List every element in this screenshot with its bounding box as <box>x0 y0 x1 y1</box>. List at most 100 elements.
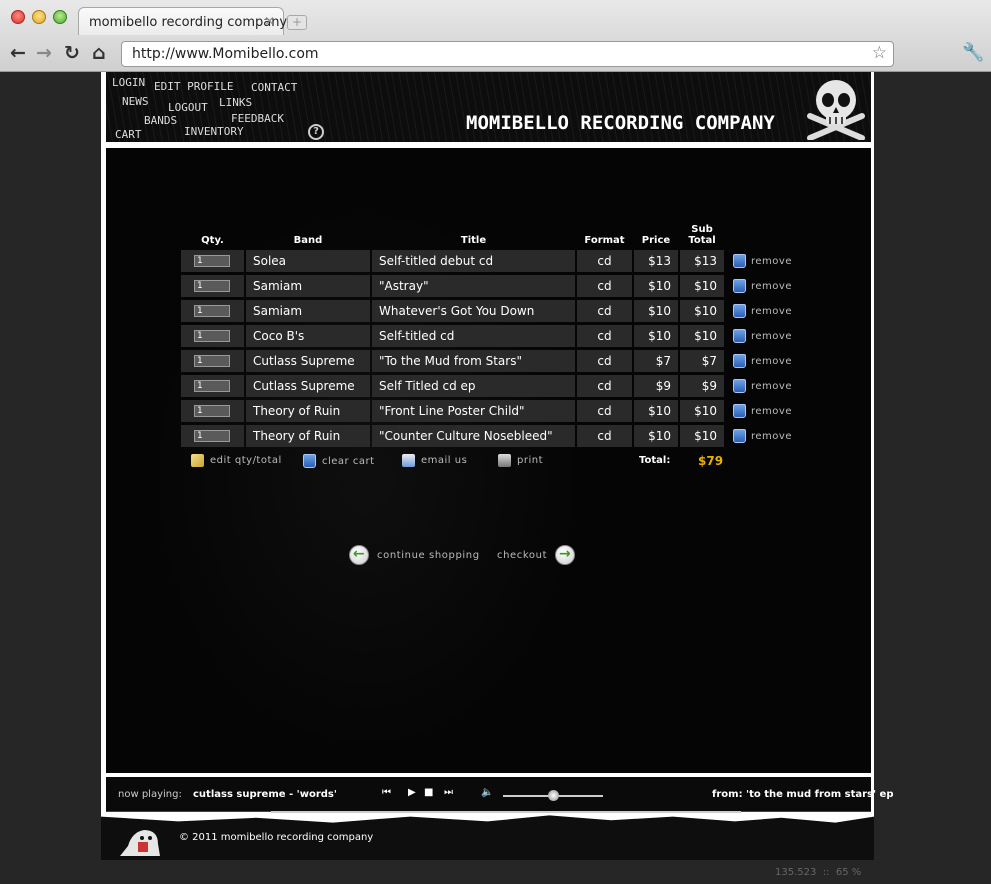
checkout-label: checkout <box>497 549 548 561</box>
band-cell: Theory of Ruin <box>246 400 370 422</box>
nav-contact[interactable]: CONTACT <box>251 81 297 94</box>
remove-button[interactable]: remove <box>733 404 792 418</box>
ghost-mascot-icon <box>120 830 160 856</box>
qty-input[interactable]: 1 <box>194 380 230 392</box>
remove-button[interactable]: remove <box>733 329 792 343</box>
home-icon[interactable]: ⌂ <box>92 42 106 64</box>
play-icon[interactable]: ▶ <box>408 787 416 798</box>
cart-row: 1 Theory of Ruin "Counter Culture Noseblee… <box>181 425 799 447</box>
trash-icon <box>303 454 316 468</box>
forward-arrow-icon[interactable]: → <box>36 42 52 64</box>
nav-cart[interactable]: CART <box>115 128 142 141</box>
qty-input[interactable]: 1 <box>194 330 230 342</box>
price-cell: $9 <box>634 375 678 397</box>
header-subtotal-line1: Sub <box>691 224 713 235</box>
remove-label: remove <box>751 305 792 317</box>
remove-button[interactable]: remove <box>733 279 792 293</box>
remove-button[interactable]: remove <box>733 354 792 368</box>
band-cell: Theory of Ruin <box>246 425 370 447</box>
format-cell: cd <box>577 300 632 322</box>
remove-label: remove <box>751 330 792 342</box>
wrench-icon[interactable]: 🔧 <box>962 42 984 63</box>
qty-cell: 1 <box>181 275 244 297</box>
title-cell: Self-titled cd <box>372 325 575 347</box>
qty-input[interactable]: 1 <box>194 280 230 292</box>
remove-label: remove <box>751 280 792 292</box>
back-arrow-icon[interactable]: ← <box>10 42 26 64</box>
subtotal-cell: $10 <box>680 425 724 447</box>
clear-cart-label: clear cart <box>322 455 375 467</box>
qty-input[interactable]: 1 <box>194 405 230 417</box>
nav-logout[interactable]: LOGOUT <box>168 101 208 114</box>
volume-slider-knob[interactable] <box>548 790 559 801</box>
title-cell: "To the Mud from Stars" <box>372 350 575 372</box>
band-cell: Samiam <box>246 300 370 322</box>
continue-shopping-button[interactable]: ← continue shopping <box>349 545 480 565</box>
nav-links[interactable]: LINKS <box>219 96 252 109</box>
email-us-label: email us <box>421 455 468 466</box>
browser-tab[interactable]: momibello recording company × <box>78 7 287 35</box>
nav-bands[interactable]: BANDS <box>144 114 177 127</box>
status-separator: :: <box>822 867 830 878</box>
remove-label: remove <box>751 355 792 367</box>
qty-input[interactable]: 1 <box>194 430 230 442</box>
header-price: Price <box>641 235 671 246</box>
edit-qty-button[interactable]: edit qty/total <box>191 454 282 467</box>
email-us-button[interactable]: email us <box>402 454 467 467</box>
minimize-window-button[interactable] <box>32 10 46 24</box>
subtotal-cell: $10 <box>680 275 724 297</box>
remove-label: remove <box>751 405 792 417</box>
subtotal-cell: $13 <box>680 250 724 272</box>
now-playing-label: now playing: <box>118 789 182 800</box>
remove-cell: remove <box>726 425 799 447</box>
qty-cell: 1 <box>181 300 244 322</box>
price-cell: $7 <box>634 350 678 372</box>
bookmark-star-icon[interactable]: ☆ <box>872 43 887 63</box>
trash-icon <box>733 329 746 343</box>
clear-cart-button[interactable]: clear cart <box>303 454 375 468</box>
now-playing-track: cutlass supreme - 'words' <box>193 789 337 800</box>
nav-inventory[interactable]: INVENTORY <box>184 125 244 138</box>
remove-button[interactable]: remove <box>733 254 792 268</box>
trash-icon <box>733 279 746 293</box>
checkout-button[interactable]: checkout → <box>497 545 576 565</box>
url-bar[interactable]: http://www.Momibello.com ☆ <box>121 41 894 67</box>
volume-icon[interactable]: 🔈 <box>481 787 493 798</box>
qty-input[interactable]: 1 <box>194 305 230 317</box>
close-window-button[interactable] <box>11 10 25 24</box>
site-header: LOGIN EDIT PROFILE CONTACT NEWS LOGOUT L… <box>106 72 871 145</box>
print-button[interactable]: print <box>498 454 543 467</box>
stop-icon[interactable]: ■ <box>424 787 433 798</box>
nav-edit-profile[interactable]: EDIT PROFILE <box>154 80 233 93</box>
previous-track-icon[interactable]: ⏮ <box>382 787 391 798</box>
title-cell: Self Titled cd ep <box>372 375 575 397</box>
qty-input[interactable]: 1 <box>194 355 230 367</box>
tab-close-icon[interactable]: × <box>264 14 275 29</box>
cart-header-row: Qty. Band Title Format Price Sub Total <box>181 224 799 247</box>
nav-feedback[interactable]: FEEDBACK <box>231 112 284 125</box>
help-icon[interactable]: ? <box>308 124 324 140</box>
subtotal-cell: $7 <box>680 350 724 372</box>
next-track-icon[interactable]: ⏭ <box>444 787 453 798</box>
remove-cell: remove <box>726 300 799 322</box>
remove-button[interactable]: remove <box>733 304 792 318</box>
browser-chrome: momibello recording company × + ← → ↻ ⌂ … <box>0 0 991 72</box>
format-cell: cd <box>577 400 632 422</box>
remove-button[interactable]: remove <box>733 429 792 443</box>
qty-input[interactable]: 1 <box>194 255 230 267</box>
cart-row: 1 Theory of Ruin "Front Line Poster Child"… <box>181 400 799 422</box>
price-cell: $10 <box>634 275 678 297</box>
maximize-window-button[interactable] <box>53 10 67 24</box>
qty-cell: 1 <box>181 250 244 272</box>
header-subtotal-line2: Total <box>688 235 716 246</box>
remove-button[interactable]: remove <box>733 379 792 393</box>
format-cell: cd <box>577 325 632 347</box>
skull-crossbones-icon <box>807 80 865 140</box>
nav-news[interactable]: NEWS <box>122 95 149 108</box>
print-label: print <box>517 455 543 466</box>
reload-icon[interactable]: ↻ <box>64 42 80 64</box>
new-tab-button[interactable]: + <box>287 15 307 30</box>
trash-icon <box>733 379 746 393</box>
band-cell: Coco B's <box>246 325 370 347</box>
nav-login[interactable]: LOGIN <box>112 76 145 89</box>
